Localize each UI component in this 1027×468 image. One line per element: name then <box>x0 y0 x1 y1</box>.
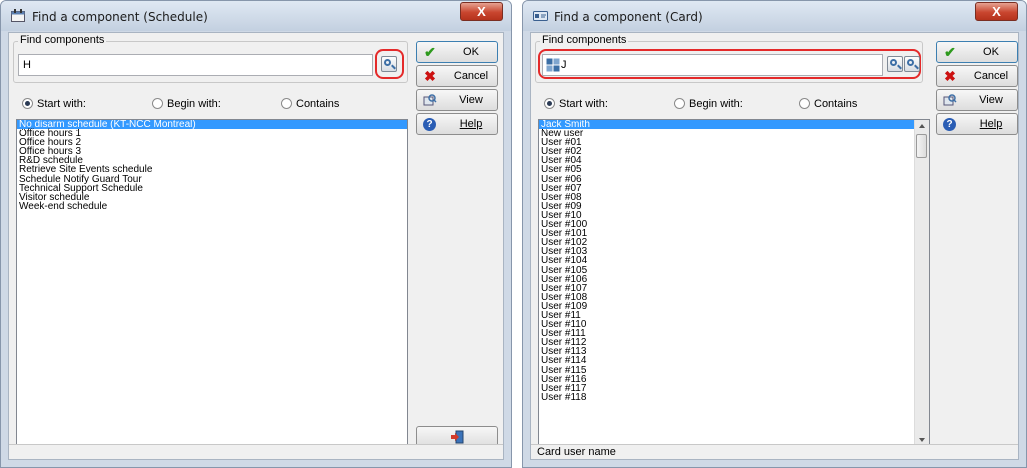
schedule-finder-window: Find a component (Schedule) X Find compo… <box>0 0 512 468</box>
magnifier-icon[interactable] <box>887 56 903 72</box>
list-item[interactable]: User #101 <box>539 229 915 239</box>
view-button[interactable]: View <box>416 89 498 111</box>
list-items: Jack Smith New user User #01 User #02 User #… <box>539 120 916 402</box>
dialog-client: Find components H Start with: Begin with… <box>8 32 504 460</box>
exit-door-icon <box>451 430 464 444</box>
ok-button[interactable]: ✔ OK <box>416 41 498 63</box>
help-button[interactable]: ? Help <box>416 113 498 135</box>
view-icon <box>423 94 437 106</box>
radio-start-with[interactable] <box>22 98 33 109</box>
list-item[interactable]: Week-end schedule <box>17 201 407 211</box>
list-item[interactable]: User #112 <box>539 338 915 348</box>
results-list[interactable]: Jack Smith New user User #01 User #02 User #… <box>538 119 930 447</box>
scroll-down-arrow-icon[interactable] <box>919 438 925 442</box>
search-input[interactable]: H <box>18 54 373 76</box>
help-icon: ? <box>423 118 436 131</box>
list-item[interactable]: User #09 <box>539 201 915 211</box>
dialog-client: Find components J Start with: Begin with… <box>530 32 1019 460</box>
list-item[interactable]: User #118 <box>539 392 915 402</box>
help-icon: ? <box>943 118 956 131</box>
card-finder-window: Find a component (Card) X Find component… <box>522 0 1027 468</box>
card-app-icon <box>533 11 548 21</box>
x-icon: ✖ <box>944 68 956 84</box>
list-item[interactable]: User #100 <box>539 219 915 229</box>
list-item[interactable]: Jack Smith <box>539 120 916 131</box>
list-item[interactable]: User #10 <box>539 210 915 220</box>
radio-begin-with[interactable] <box>674 98 685 109</box>
list-item[interactable]: User #102 <box>539 238 915 248</box>
radio-begin-with-label: Begin with: <box>689 98 743 110</box>
radio-begin-with-label: Begin with: <box>167 98 221 110</box>
list-item[interactable]: User #111 <box>539 329 915 339</box>
list-item[interactable]: User #07 <box>539 183 915 193</box>
group-label: Find components <box>540 34 629 46</box>
list-item[interactable]: User #08 <box>539 192 915 202</box>
radio-contains-label: Contains <box>814 98 858 110</box>
list-item[interactable]: User #103 <box>539 247 915 257</box>
list-item[interactable]: User #113 <box>539 347 915 357</box>
advanced-search-icon[interactable] <box>904 56 920 72</box>
view-icon <box>943 94 957 106</box>
list-item[interactable]: User #117 <box>539 383 915 393</box>
search-text: J <box>561 59 567 71</box>
close-button[interactable]: X <box>975 2 1018 21</box>
window-title: Find a component (Schedule) <box>32 10 208 24</box>
search-input[interactable]: J <box>542 54 883 76</box>
results-list[interactable]: No disarm schedule (KT-NCC Montreal) Offi… <box>16 119 408 454</box>
list-item[interactable]: User #110 <box>539 320 915 330</box>
radio-start-with-label: Start with: <box>37 98 86 110</box>
status-bar: Card user name <box>531 444 1018 459</box>
radio-begin-with[interactable] <box>152 98 163 109</box>
title-bar[interactable]: Find a component (Schedule) X <box>1 1 511 31</box>
list-item[interactable]: User #05 <box>539 165 915 175</box>
search-mode-radios: Start with: Begin with: Contains <box>19 96 404 112</box>
status-bar <box>9 444 503 459</box>
list-item[interactable]: User #116 <box>539 374 915 384</box>
find-components-group: Find components H <box>13 34 408 83</box>
close-button[interactable]: X <box>460 2 503 21</box>
list-item[interactable]: User #114 <box>539 356 915 366</box>
radio-contains[interactable] <box>799 98 810 109</box>
list-item[interactable]: User #104 <box>539 256 915 266</box>
scroll-up-arrow-icon[interactable] <box>919 124 925 128</box>
list-item[interactable]: User #06 <box>539 174 915 184</box>
scroll-thumb[interactable] <box>916 134 927 158</box>
list-item[interactable]: New user <box>539 129 915 139</box>
window-title: Find a component (Card) <box>554 10 703 24</box>
list-item[interactable]: User #108 <box>539 292 915 302</box>
ok-button[interactable]: ✔ OK <box>936 41 1018 63</box>
list-item[interactable]: User #107 <box>539 283 915 293</box>
radio-start-with-label: Start with: <box>559 98 608 110</box>
cancel-button[interactable]: ✖ Cancel <box>936 65 1018 87</box>
list-item[interactable]: User #04 <box>539 156 915 166</box>
list-item[interactable]: User #11 <box>539 310 915 320</box>
list-item[interactable]: User #01 <box>539 138 915 148</box>
list-item[interactable]: User #02 <box>539 147 915 157</box>
radio-contains[interactable] <box>281 98 292 109</box>
title-bar[interactable]: Find a component (Card) X <box>523 1 1026 31</box>
list-item[interactable]: User #109 <box>539 301 915 311</box>
search-mode-radios: Start with: Begin with: Contains <box>541 96 921 112</box>
card-grid-icon <box>546 58 560 72</box>
help-button[interactable]: ? Help <box>936 113 1018 135</box>
find-components-group: Find components J <box>535 34 923 83</box>
x-icon: ✖ <box>424 68 436 84</box>
search-text: H <box>23 59 31 71</box>
vertical-scrollbar[interactable] <box>914 120 929 446</box>
cancel-button[interactable]: ✖ Cancel <box>416 65 498 87</box>
calendar-app-icon <box>11 9 25 22</box>
radio-start-with[interactable] <box>544 98 555 109</box>
list-item[interactable]: User #115 <box>539 365 915 375</box>
checkmark-icon: ✔ <box>424 44 436 60</box>
view-button[interactable]: View <box>936 89 1018 111</box>
magnifier-icon[interactable] <box>381 56 397 72</box>
group-label: Find components <box>18 34 107 46</box>
checkmark-icon: ✔ <box>944 44 956 60</box>
radio-contains-label: Contains <box>296 98 340 110</box>
list-item[interactable]: User #106 <box>539 274 915 284</box>
list-item[interactable]: User #105 <box>539 265 915 275</box>
